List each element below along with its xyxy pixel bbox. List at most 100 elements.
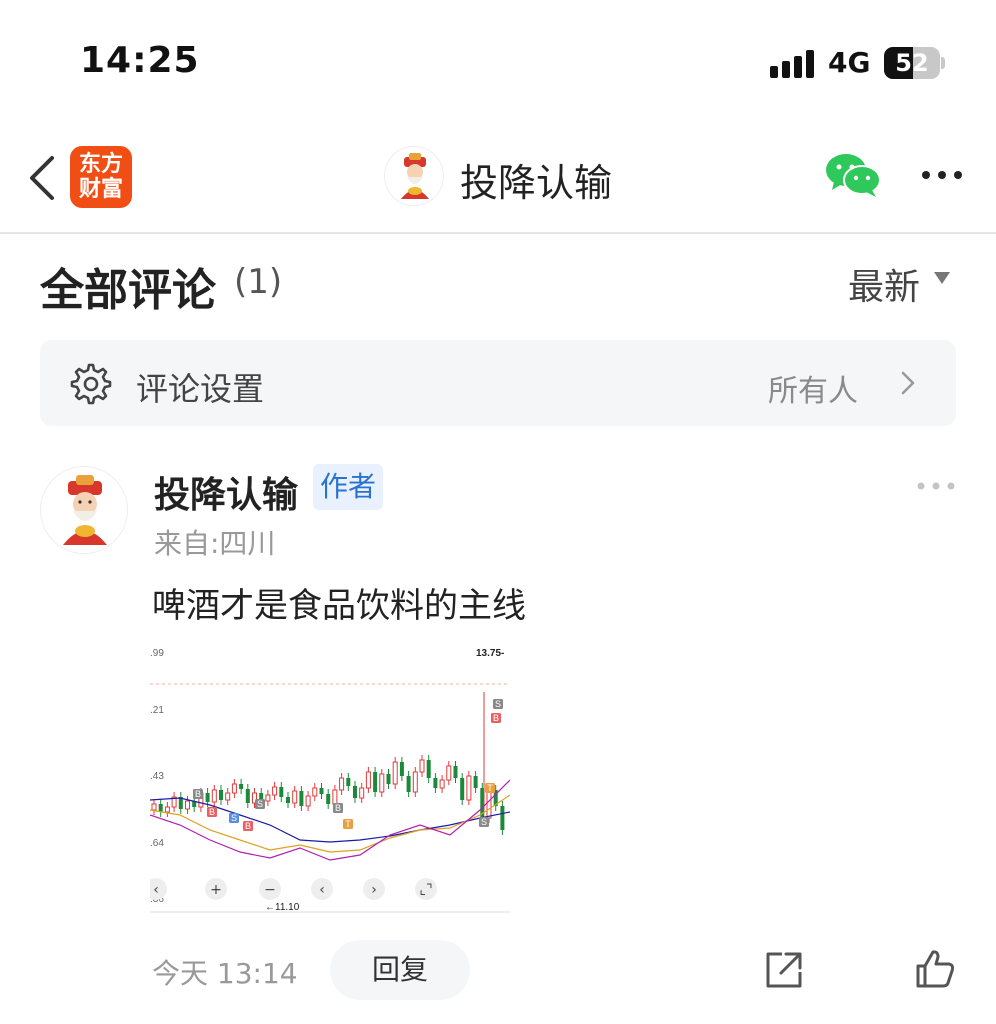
candle-body bbox=[460, 778, 465, 800]
comments-title: 全部评论 bbox=[40, 265, 216, 316]
signal-icon bbox=[770, 50, 816, 78]
trade-marker-label: S bbox=[257, 799, 263, 809]
candle-body bbox=[265, 794, 271, 802]
comment-more-icon[interactable] bbox=[916, 476, 956, 496]
candle-body bbox=[406, 776, 411, 792]
candle-body bbox=[446, 765, 452, 781]
chart-control-symbol: › bbox=[371, 882, 377, 898]
fortune-god-icon bbox=[386, 148, 443, 205]
trade-marker-label: S bbox=[481, 817, 487, 827]
candle-body bbox=[379, 773, 385, 793]
candle-body bbox=[453, 766, 458, 778]
candle-body bbox=[239, 784, 244, 789]
thumbs-up-icon[interactable] bbox=[914, 948, 956, 990]
price-high-label: 13.75- bbox=[476, 648, 504, 659]
more-icon[interactable] bbox=[920, 160, 964, 190]
candle-body bbox=[433, 778, 438, 788]
caret-down-icon[interactable] bbox=[934, 272, 950, 284]
trade-marker-label: S bbox=[231, 813, 237, 823]
candle-body bbox=[439, 779, 445, 789]
share-icon[interactable] bbox=[764, 950, 804, 990]
back-chevron-icon[interactable] bbox=[22, 150, 62, 206]
status-time: 14:25 bbox=[80, 40, 200, 81]
settings-value: 所有人 bbox=[768, 374, 858, 409]
price-label-3: .43 bbox=[150, 771, 164, 782]
candle-body bbox=[412, 771, 418, 793]
candle-body bbox=[245, 789, 250, 803]
comment-text: 啤酒才是食品饮料的主线 bbox=[152, 586, 526, 626]
nav-title: 投降认输 bbox=[460, 161, 613, 205]
trade-marker-label: T bbox=[487, 783, 493, 793]
candle-body bbox=[292, 790, 298, 804]
candle-body bbox=[272, 786, 278, 796]
candlestick-series bbox=[151, 692, 505, 835]
author-badge: 作者 bbox=[313, 464, 383, 510]
comments-count: (1) bbox=[234, 262, 283, 302]
candle-body bbox=[386, 774, 391, 784]
candle-body bbox=[332, 789, 338, 805]
comment-settings-row[interactable]: 评论设置 所有人 bbox=[40, 340, 956, 426]
candle-body bbox=[151, 803, 157, 811]
trade-marker-label: S bbox=[495, 699, 501, 709]
settings-label: 评论设置 bbox=[136, 370, 265, 408]
reply-button[interactable]: 回复 bbox=[330, 940, 470, 1000]
candle-body bbox=[373, 772, 378, 792]
candle-body bbox=[312, 787, 318, 797]
battery-icon: 52 bbox=[884, 47, 945, 79]
network-type: 4G bbox=[828, 46, 871, 79]
chart-control-symbol: ‹ bbox=[153, 882, 159, 898]
candle-body bbox=[164, 806, 170, 813]
price-label-2: .21 bbox=[150, 705, 164, 716]
candle-body bbox=[305, 795, 311, 807]
candle-body bbox=[426, 760, 431, 778]
chart-control-symbol: ⌞⌝ bbox=[419, 882, 432, 898]
logo-text-2: 财富 bbox=[78, 177, 123, 202]
trade-marker-label: T bbox=[345, 819, 351, 829]
candle-body bbox=[326, 794, 331, 804]
trade-marker-label: B bbox=[245, 821, 251, 831]
candle-body bbox=[365, 771, 371, 789]
candle-body bbox=[299, 791, 304, 806]
chart-control-symbol: ‹ bbox=[319, 882, 325, 898]
comment-image[interactable]: .99 .21 .43 .64 .86 13.75- ←11.10 BBSBSB… bbox=[150, 640, 510, 914]
logo-text-1: 东方 bbox=[78, 152, 123, 177]
status-bar: 14:25 4G 52 bbox=[0, 0, 996, 120]
app-logo[interactable]: 东方 财富 bbox=[70, 146, 132, 208]
candle-body bbox=[319, 788, 324, 794]
candle-body bbox=[486, 789, 492, 819]
candle-body bbox=[473, 776, 478, 788]
chevron-right-icon bbox=[901, 371, 915, 395]
price-label-4: .64 bbox=[150, 838, 164, 849]
candle-body bbox=[211, 789, 217, 803]
candle-body bbox=[286, 797, 290, 803]
nav-bar: 东方 财富 投降认输 bbox=[0, 120, 996, 234]
low-marker-label: ←11.10 bbox=[265, 902, 300, 913]
chart-controls: ‹ + − ‹ › ⌞⌝ bbox=[150, 878, 437, 900]
battery-level: 52 bbox=[895, 49, 929, 77]
trade-marker-label: B bbox=[195, 789, 201, 799]
sort-selector[interactable]: 最新 bbox=[848, 258, 920, 310]
candle-body bbox=[339, 777, 345, 791]
candle-body bbox=[419, 759, 425, 773]
candle-body bbox=[158, 804, 163, 812]
candle-body bbox=[466, 775, 472, 801]
wechat-icon[interactable] bbox=[824, 152, 882, 198]
avatar[interactable] bbox=[40, 466, 128, 554]
candle-body bbox=[225, 792, 231, 801]
candle-body bbox=[392, 761, 398, 785]
candle-body bbox=[205, 793, 210, 802]
candle-body bbox=[500, 806, 505, 830]
candle-body bbox=[219, 790, 223, 800]
comment-author[interactable]: 投降认输 bbox=[154, 466, 298, 518]
candle-body bbox=[185, 800, 190, 810]
comment-time: 今天 13:14 bbox=[152, 957, 298, 990]
candle-body bbox=[346, 778, 351, 786]
fortune-god-icon bbox=[42, 468, 127, 553]
chart-control-symbol: − bbox=[264, 882, 276, 898]
trade-marker-label: B bbox=[335, 803, 341, 813]
author-avatar-small[interactable] bbox=[384, 146, 444, 206]
candle-body bbox=[279, 787, 284, 797]
candle-body bbox=[353, 786, 357, 798]
gear-icon bbox=[70, 363, 112, 405]
price-label-1: .99 bbox=[150, 648, 164, 659]
